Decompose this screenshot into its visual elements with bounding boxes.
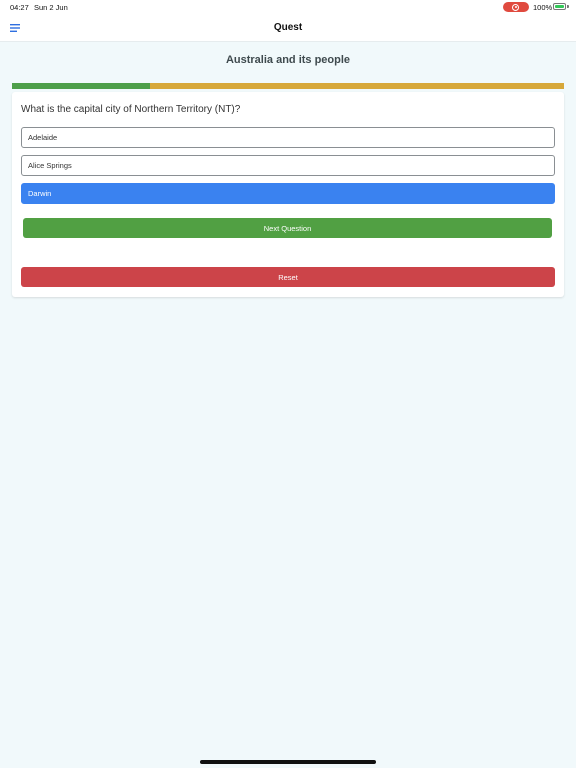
status-bar: 04:27 Sun 2 Jun 100% (0, 0, 576, 14)
record-icon (512, 3, 519, 11)
next-question-button[interactable]: Next Question (23, 218, 552, 238)
status-date: Sun 2 Jun (34, 3, 68, 12)
quiz-title: Australia and its people (225, 54, 351, 66)
home-indicator[interactable] (200, 760, 376, 764)
answer-option-darwin[interactable]: Darwin (21, 183, 555, 204)
question-text: What is the capital city of Northern Ter… (21, 104, 241, 115)
status-time: 04:27 (10, 3, 29, 12)
reset-button[interactable]: Reset (21, 267, 555, 287)
answer-option-alice-springs[interactable]: Alice Springs (21, 155, 555, 176)
battery-icon (553, 3, 566, 10)
screen: 04:27 Sun 2 Jun 100% Quest Australia and… (0, 0, 576, 768)
battery-level (555, 5, 564, 8)
battery-cap (567, 5, 569, 8)
app-header: Quest (0, 14, 576, 42)
app-title: Quest (273, 22, 303, 33)
question-card: What is the capital city of Northern Ter… (12, 92, 564, 297)
battery-percentage: 100% (533, 3, 553, 12)
quiz-progress-fill (12, 83, 150, 89)
answer-option-adelaide[interactable]: Adelaide (21, 127, 555, 148)
screen-recording-indicator[interactable] (503, 2, 529, 12)
quiz-progress-bar (12, 83, 564, 89)
